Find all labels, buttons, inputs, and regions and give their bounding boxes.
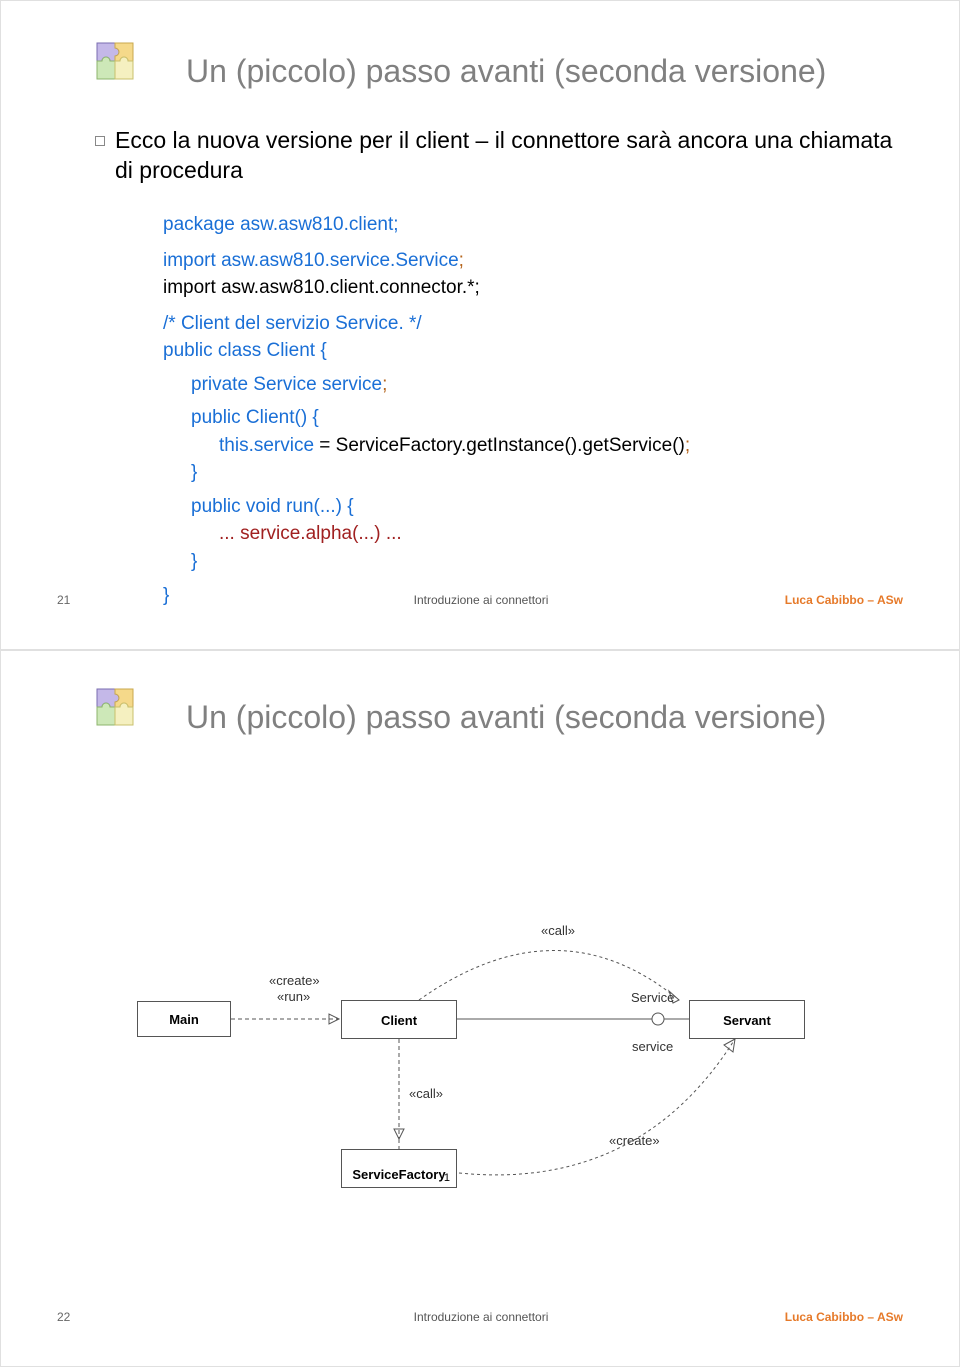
label-create-sf: «create» (609, 1133, 660, 1148)
code-token: = ServiceFactory.getInstance().getServic… (314, 435, 685, 456)
uml-box-servant: Servant (689, 1000, 805, 1039)
label-run: «run» (277, 989, 310, 1004)
sf-label: ServiceFactory (352, 1167, 445, 1182)
uml-box-main: Main (137, 1001, 231, 1037)
code-line: package asw.asw810.client; (163, 214, 399, 235)
footer-author: Luca Cabibbo – ASw (785, 593, 903, 607)
footer-author: Luca Cabibbo – ASw (785, 1310, 903, 1324)
label-call-down: «call» (409, 1086, 443, 1101)
code-comment: /* Client del servizio Service. */ (163, 313, 422, 334)
uml-box-servicefactory: 1 ServiceFactory (341, 1149, 457, 1188)
code-token: ... (386, 523, 402, 544)
code-line: import asw.asw810.service.Service (163, 250, 459, 271)
uml-box-client: Client (341, 1000, 457, 1039)
slide-2: Un (piccolo) passo avanti (seconda versi… (0, 650, 960, 1367)
multiplicity: 1 (444, 1153, 450, 1203)
code-line: public class Client { (163, 340, 327, 361)
label-service-iface: Service (631, 990, 674, 1005)
code-semicolon: ; (382, 374, 387, 395)
code-line: private Service service (191, 374, 382, 395)
slide-1: Un (piccolo) passo avanti (seconda versi… (0, 0, 960, 650)
code-line: } (191, 551, 197, 572)
slide-title: Un (piccolo) passo avanti (seconda versi… (186, 699, 826, 736)
code-line: public void run(...) { (191, 496, 354, 517)
slide-title: Un (piccolo) passo avanti (seconda versi… (186, 53, 826, 90)
puzzle-icon (89, 35, 151, 102)
code-token: service.alpha(...) (235, 523, 386, 544)
code-line: public Client() { (191, 407, 319, 428)
label-service-role: service (632, 1039, 673, 1054)
code-line: import asw.asw810.client.connector.*; (163, 277, 480, 298)
code-token: this.service (219, 435, 314, 456)
label-call-top: «call» (541, 923, 575, 938)
code-block: package asw.asw810.client; import asw.as… (163, 211, 690, 609)
bullet-row: Ecco la nuova versione per il client – i… (95, 126, 899, 186)
code-line: } (191, 462, 197, 483)
diagram-connectors (119, 891, 859, 1261)
puzzle-icon (89, 681, 151, 748)
code-semicolon: ; (685, 435, 690, 456)
label-create: «create» (269, 973, 320, 988)
code-semicolon: ; (459, 250, 464, 271)
bullet-marker (95, 136, 105, 146)
code-token: ... (219, 523, 235, 544)
bullet-text: Ecco la nuova versione per il client – i… (115, 126, 899, 186)
